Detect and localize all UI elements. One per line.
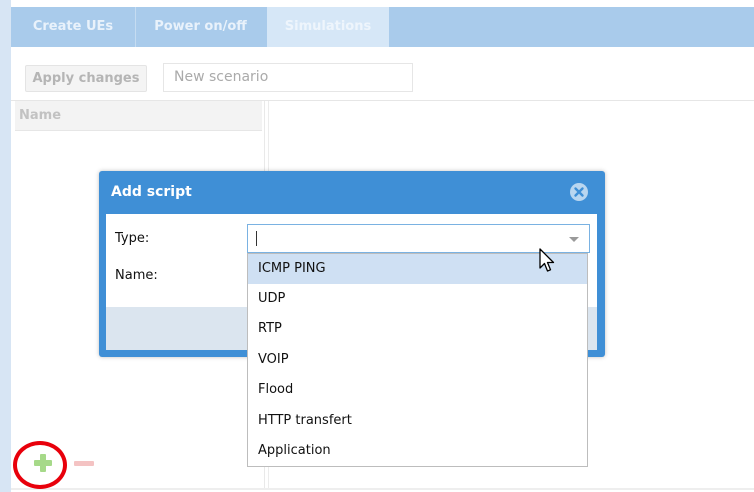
option-http-transfert[interactable]: HTTP transfert	[248, 406, 587, 436]
bottom-border	[11, 488, 754, 490]
option-rtp[interactable]: RTP	[248, 314, 587, 344]
apply-changes-button[interactable]: Apply changes	[25, 65, 147, 92]
option-voip[interactable]: VOIP	[248, 345, 587, 375]
tab-power-on-off[interactable]: Power on/off	[136, 7, 265, 47]
close-icon[interactable]	[569, 182, 589, 202]
dialog-title: Add script	[111, 184, 192, 200]
mouse-pointer-icon	[539, 248, 555, 272]
option-udp[interactable]: UDP	[248, 284, 587, 314]
left-border	[0, 0, 11, 492]
option-icmp-ping[interactable]: ICMP PING	[248, 254, 587, 284]
toolbar: Apply changes New scenario	[11, 47, 754, 101]
type-label: Type:	[115, 231, 150, 246]
text-caret	[256, 231, 257, 246]
type-dropdown-list: ICMP PING UDP RTP VOIP Flood HTTP transf…	[247, 253, 588, 467]
tab-bar: Create UEs Power on/off Simulations	[11, 7, 754, 47]
tab-simulations[interactable]: Simulations	[267, 7, 389, 47]
grid-header-name[interactable]: Name	[15, 101, 262, 131]
chevron-down-icon[interactable]	[569, 237, 579, 242]
name-label: Name:	[115, 268, 158, 283]
option-flood[interactable]: Flood	[248, 375, 587, 405]
tab-create-ues[interactable]: Create UEs	[11, 7, 135, 47]
app-window: Create UEs Power on/off Simulations Appl…	[0, 0, 754, 492]
annotation-circle	[13, 441, 67, 489]
minus-icon[interactable]	[74, 461, 94, 466]
scenario-name-input[interactable]: New scenario	[163, 63, 413, 92]
option-application[interactable]: Application	[248, 436, 587, 466]
